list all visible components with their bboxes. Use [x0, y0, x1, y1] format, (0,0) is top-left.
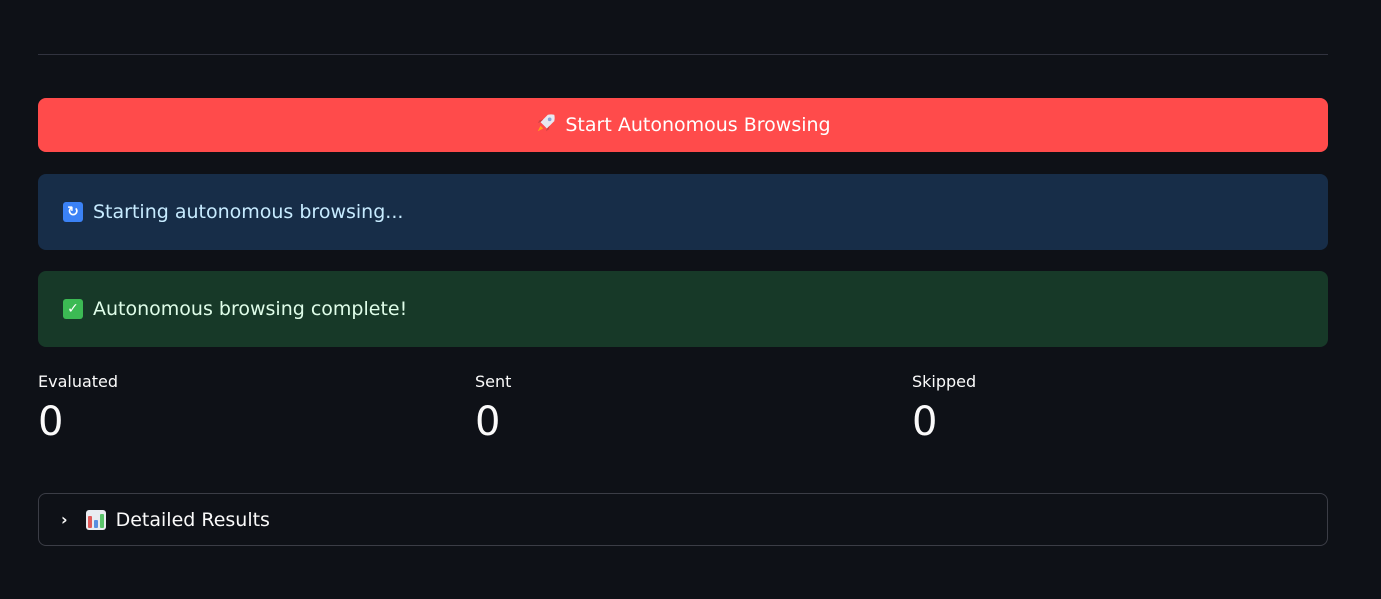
start-button-label: Start Autonomous Browsing	[565, 114, 831, 136]
metric-evaluated: Evaluated 0	[38, 372, 438, 445]
info-alert: ↻ Starting autonomous browsing...	[38, 174, 1328, 250]
metric-value: 0	[912, 399, 938, 445]
expander-label: Detailed Results	[115, 508, 270, 531]
metric-sent: Sent 0	[475, 372, 875, 445]
detailed-results-expander[interactable]: › Detailed Results	[38, 493, 1328, 546]
metric-label: Evaluated	[38, 372, 119, 391]
metric-label: Sent	[475, 372, 512, 391]
metric-value: 0	[38, 399, 64, 445]
bar-chart-icon	[85, 509, 106, 530]
refresh-icon: ↻	[63, 202, 83, 222]
success-alert-text: Autonomous browsing complete!	[93, 298, 408, 320]
divider	[38, 54, 1328, 55]
start-autonomous-browsing-button[interactable]: Start Autonomous Browsing	[38, 98, 1328, 152]
metric-label: Skipped	[912, 372, 977, 391]
info-alert-text: Starting autonomous browsing...	[93, 201, 404, 223]
check-icon: ✓	[63, 299, 83, 319]
metric-skipped: Skipped 0	[912, 372, 1312, 445]
metrics-row: Evaluated 0 Sent 0 Skipped 0	[38, 372, 1328, 472]
metric-value: 0	[475, 399, 501, 445]
rocket-icon	[535, 112, 557, 139]
chevron-right-icon: ›	[61, 510, 68, 529]
success-alert: ✓ Autonomous browsing complete!	[38, 271, 1328, 347]
